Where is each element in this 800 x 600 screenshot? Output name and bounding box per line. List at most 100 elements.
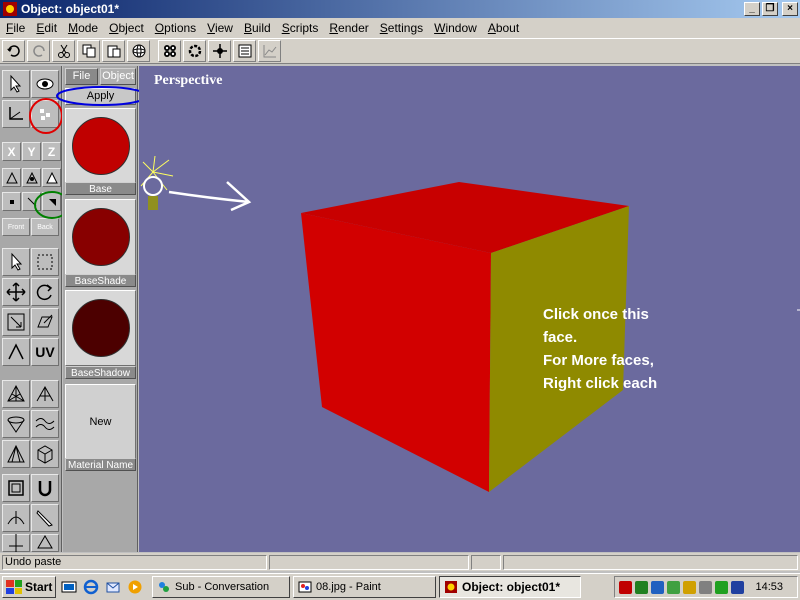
copy-button[interactable] [77, 40, 100, 62]
material-baseshadow[interactable] [65, 290, 136, 366]
material-label-baseshade: BaseShade [65, 274, 136, 287]
material-swatch [71, 117, 130, 175]
tray-alert-icon[interactable] [619, 580, 632, 594]
menu-edit[interactable]: Edit [32, 21, 61, 35]
instruction-line: face. [543, 329, 578, 346]
instruction-line: Click once this [543, 306, 649, 323]
desktop-icon[interactable] [60, 578, 78, 596]
instruction-line: Right click each [543, 375, 658, 392]
toolbar [0, 38, 800, 64]
tab-file[interactable]: File [65, 68, 98, 85]
title-bar: Object: object01* _ ❐ × [0, 0, 800, 18]
menu-file[interactable]: File [2, 21, 29, 35]
start-button[interactable]: Start [2, 576, 56, 598]
internet-explorer-icon[interactable] [82, 578, 100, 596]
circle-icon [188, 44, 201, 58]
taskbar: Start Sub - Conversation 08.jpg - Paint … [0, 573, 800, 600]
paste-button[interactable] [102, 40, 125, 62]
green-annotation-circle [34, 191, 62, 219]
status-field-4 [503, 554, 798, 570]
blue-annotation-ellipse [56, 86, 148, 106]
cut-icon [57, 44, 70, 58]
menu-view[interactable]: View [203, 21, 237, 35]
material-base[interactable] [65, 108, 136, 184]
cube-front-face[interactable] [301, 213, 491, 492]
copy-icon [82, 44, 95, 58]
material-swatch [71, 299, 130, 357]
view-name-label: Perspective [154, 73, 223, 88]
menu-build[interactable]: Build [240, 21, 275, 35]
status-field-2 [269, 554, 469, 570]
instruction-text: Click once this face. For More faces, Ri… [543, 303, 793, 395]
tray-update-icon[interactable] [683, 580, 696, 594]
conversation-icon [159, 582, 169, 592]
graph-button[interactable] [258, 40, 281, 62]
app-window: Object: object01* _ ❐ × File Edit Mode O… [0, 0, 800, 600]
task-label: Object: object01* [462, 580, 561, 594]
tray-monitor-icon[interactable] [731, 580, 744, 594]
tab-object[interactable]: Object [100, 68, 136, 85]
app-icon [445, 581, 457, 593]
menu-render[interactable]: Render [325, 21, 372, 35]
task-label: 08.jpg - Paint [316, 581, 381, 593]
maximize-button[interactable]: ❐ [762, 2, 778, 16]
app-icon[interactable] [2, 1, 18, 17]
tray-signal-icon[interactable] [715, 580, 728, 594]
list-button[interactable] [233, 40, 256, 62]
task-paint[interactable]: 08.jpg - Paint [293, 576, 436, 598]
move-points-button[interactable] [208, 40, 231, 62]
menu-options[interactable]: Options [151, 21, 200, 35]
annotation-overlay [29, 98, 62, 219]
new-material-button[interactable]: New [65, 384, 136, 460]
menu-bar: File Edit Mode Object Options View Build… [0, 18, 800, 38]
list-icon [238, 44, 251, 58]
tray-display-icon[interactable] [651, 580, 664, 594]
material-label-baseshadow: BaseShadow [65, 366, 136, 379]
materials-panel: File Object Apply Base BaseShade BaseSha… [56, 66, 148, 552]
material-name-label: Material Name [65, 458, 136, 471]
cut-button[interactable] [52, 40, 75, 62]
light-direction-arrow [168, 181, 252, 212]
material-label-base: Base [65, 182, 136, 195]
material-baseshade[interactable] [65, 199, 136, 275]
sphere-button[interactable] [127, 40, 150, 62]
menu-about[interactable]: About [484, 21, 523, 35]
system-tray: 14:53 [614, 576, 798, 598]
grid-button[interactable] [158, 40, 181, 62]
close-button[interactable]: × [782, 2, 798, 16]
light-source-icon[interactable] [140, 155, 174, 210]
windows-flag-icon [6, 580, 22, 594]
status-bar: Undo paste [0, 553, 800, 571]
tray-network-icon[interactable] [635, 580, 648, 594]
redo-button[interactable] [27, 40, 50, 62]
instruction-line: For More faces, [543, 352, 654, 369]
graph-icon [263, 45, 276, 58]
paint-icon [298, 581, 312, 593]
media-player-icon[interactable] [126, 578, 144, 596]
move-points-icon [212, 44, 227, 58]
circle-button[interactable] [183, 40, 206, 62]
tray-volume-icon[interactable] [699, 580, 712, 594]
menu-settings[interactable]: Settings [376, 21, 427, 35]
menu-scripts[interactable]: Scripts [278, 21, 323, 35]
status-field-3 [471, 554, 501, 570]
menu-window[interactable]: Window [430, 21, 481, 35]
task-sub-conversation[interactable]: Sub - Conversation [152, 576, 290, 598]
task-label: Sub - Conversation [175, 581, 270, 593]
perspective-viewport[interactable]: Perspective Click once this face. For Mo… [139, 66, 800, 552]
undo-button[interactable] [2, 40, 25, 62]
sphere-icon [132, 44, 145, 58]
tray-antivirus-icon[interactable] [667, 580, 680, 594]
redo-icon [32, 45, 45, 57]
undo-icon [6, 45, 20, 57]
task-object[interactable]: Object: object01* [439, 576, 581, 598]
grid-icon [163, 45, 176, 57]
material-swatch [71, 208, 130, 266]
minimize-button[interactable]: _ [744, 2, 760, 16]
tool-palette: X Y Z Front Back UV [0, 66, 62, 552]
status-message: Undo paste [2, 554, 267, 570]
menu-object[interactable]: Object [105, 21, 148, 35]
menu-mode[interactable]: Mode [64, 21, 102, 35]
outlook-icon[interactable] [104, 578, 122, 596]
clock[interactable]: 14:53 [755, 581, 783, 593]
